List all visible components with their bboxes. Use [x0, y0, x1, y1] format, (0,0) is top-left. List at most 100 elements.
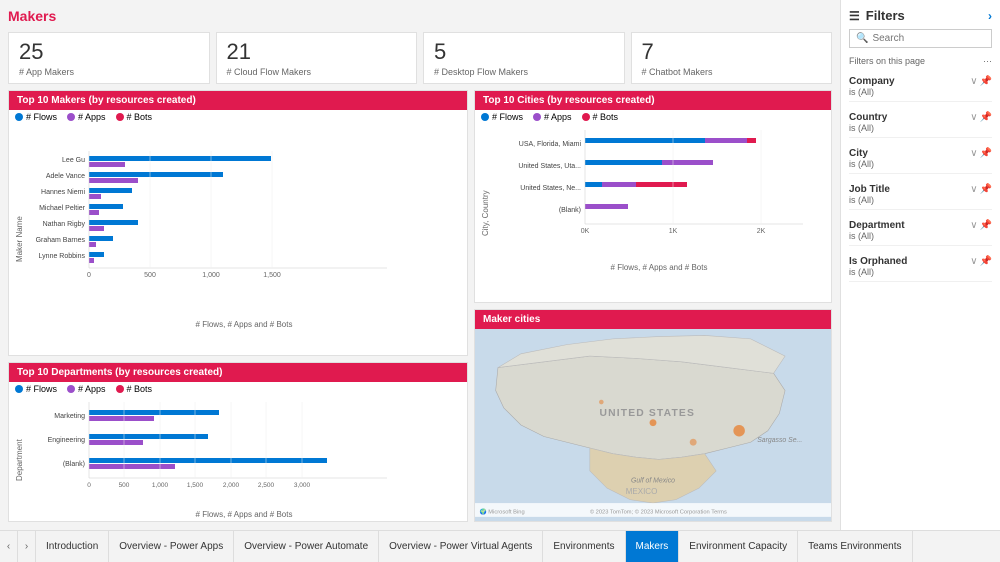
cities-x-label: # Flows, # Apps and # Bots: [493, 263, 825, 272]
company-pin-icon[interactable]: 📌: [980, 76, 992, 87]
svg-text:Marketing: Marketing: [54, 413, 85, 420]
bots-dot: [116, 113, 124, 121]
tab-overview-powerapps[interactable]: Overview - Power Apps: [109, 531, 234, 562]
tab-introduction[interactable]: Introduction: [36, 531, 109, 562]
cities-legend-apps-label: # Apps: [544, 112, 572, 122]
filter-orphaned[interactable]: Is Orphaned ∨ 📌 is (All): [849, 252, 992, 282]
svg-text:Adele Vance: Adele Vance: [46, 173, 85, 180]
jobtitle-pin-icon[interactable]: 📌: [980, 184, 992, 195]
tab-environment-capacity[interactable]: Environment Capacity: [679, 531, 798, 562]
svg-text:Sargasso Se...: Sargasso Se...: [757, 437, 802, 444]
svg-text:0: 0: [87, 482, 91, 489]
kpi-desktop-flow-makers: 5 # Desktop Flow Makers: [423, 32, 625, 84]
dept-y-axis-label: Department: [15, 402, 27, 519]
kpi-app-makers-label: # App Makers: [19, 67, 199, 77]
svg-text:Hannes Niemi: Hannes Niemi: [41, 189, 85, 196]
dept-apps-dot: [67, 385, 75, 393]
dept-chevron-icon[interactable]: ∨: [970, 220, 977, 231]
makers-x-label: # Flows, # Apps and # Bots: [27, 320, 461, 329]
left-charts: Top 10 Makers (by resources created) # F…: [8, 90, 468, 522]
dept-chart-body: Department Marketing Engineering (Blank): [9, 396, 467, 522]
dept-legend-flows-label: # Flows: [26, 384, 57, 394]
legend-flows: # Flows: [15, 112, 57, 122]
svg-text:500: 500: [119, 482, 130, 489]
dept-flows-dot: [15, 385, 23, 393]
tab-teams-environments[interactable]: Teams Environments: [798, 531, 912, 562]
svg-text:Engineering: Engineering: [48, 437, 85, 444]
kpi-app-makers: 25 # App Makers: [8, 32, 210, 84]
cities-chart-body: City, Country USA, Florida, Miami United…: [475, 124, 831, 302]
nav-prev-arrow[interactable]: ‹: [0, 531, 18, 562]
cities-flows-dot: [481, 113, 489, 121]
filters-on-page-label: Filters on this page ···: [849, 56, 992, 66]
cities-apps-dot: [533, 113, 541, 121]
filter-panel: ☰ Filters › 🔍 Filters on this page ··· C…: [840, 0, 1000, 530]
svg-text:2,000: 2,000: [223, 482, 240, 489]
tab-overview-pvagents[interactable]: Overview - Power Virtual Agents: [379, 531, 543, 562]
map-container: Gulf of Mexico UNITED STATES MEXICO Sa: [475, 329, 831, 521]
dashboard: Makers 25 # App Makers 21 # Cloud Flow M…: [0, 0, 840, 530]
search-input[interactable]: [872, 33, 985, 44]
svg-text:1,500: 1,500: [263, 272, 281, 279]
svg-text:500: 500: [144, 272, 156, 279]
jobtitle-chevron-icon[interactable]: ∨: [970, 184, 977, 195]
tab-makers[interactable]: Makers: [626, 531, 680, 562]
filter-jobtitle[interactable]: Job Title ∨ 📌 is (All): [849, 180, 992, 210]
filter-collapse-icon[interactable]: ›: [988, 9, 992, 23]
svg-text:(Blank): (Blank): [559, 207, 581, 214]
cities-legend-apps: # Apps: [533, 112, 572, 122]
dept-x-label: # Flows, # Apps and # Bots: [27, 510, 461, 519]
filter-icon: ☰: [849, 9, 860, 23]
country-pin-icon[interactable]: 📌: [980, 112, 992, 123]
dept-legend-apps-label: # Apps: [78, 384, 106, 394]
top10-makers-header: Top 10 Makers (by resources created): [9, 91, 467, 110]
makers-bar-chart: Lee Gu Adele Vance Hannes Niemi Michael …: [27, 150, 461, 280]
bottom-nav: ‹ › Introduction Overview - Power Apps O…: [0, 530, 1000, 562]
city-pin-icon[interactable]: 📌: [980, 148, 992, 159]
filter-search-box: 🔍: [849, 29, 992, 48]
nav-next-arrow[interactable]: ›: [18, 531, 36, 562]
svg-text:1K: 1K: [669, 228, 678, 235]
country-chevron-icon[interactable]: ∨: [970, 112, 977, 123]
dept-legend-apps: # Apps: [67, 384, 106, 394]
kpi-chatbot-makers: 7 # Chatbot Makers: [631, 32, 833, 84]
top10-cities-header: Top 10 Cities (by resources created): [475, 91, 831, 110]
svg-text:0: 0: [87, 272, 91, 279]
cities-y-axis-label: City, Country: [481, 130, 493, 296]
kpi-app-makers-number: 25: [19, 39, 199, 65]
cities-bots-dot: [582, 113, 590, 121]
page-title: Makers: [8, 8, 832, 24]
filter-title: ☰ Filters ›: [849, 8, 992, 23]
maker-cities-panel: Maker cities G: [474, 309, 832, 522]
makers-bars: Lee Gu Adele Vance Hannes Niemi Michael …: [27, 130, 461, 349]
kpi-cloud-number: 21: [227, 39, 407, 65]
map-svg: Gulf of Mexico UNITED STATES MEXICO Sa: [475, 329, 831, 521]
svg-text:1,000: 1,000: [152, 482, 169, 489]
svg-text:UNITED STATES: UNITED STATES: [600, 408, 695, 419]
legend-bots: # Bots: [116, 112, 153, 122]
legend-apps: # Apps: [67, 112, 106, 122]
svg-text:(Blank): (Blank): [63, 461, 85, 468]
dept-bots-dot: [116, 385, 124, 393]
filter-department[interactable]: Department ∨ 📌 is (All): [849, 216, 992, 246]
company-chevron-icon[interactable]: ∨: [970, 76, 977, 87]
makers-y-axis-label: Maker Name: [15, 130, 27, 349]
kpi-chatbot-number: 7: [642, 39, 822, 65]
cities-legend-flows: # Flows: [481, 112, 523, 122]
tab-environments[interactable]: Environments: [543, 531, 625, 562]
top10-cities-panel: Top 10 Cities (by resources created) # F…: [474, 90, 832, 303]
kpi-row: 25 # App Makers 21 # Cloud Flow Makers 5…: [8, 32, 832, 84]
orphaned-chevron-icon[interactable]: ∨: [970, 256, 977, 267]
kpi-cloud-flow-makers: 21 # Cloud Flow Makers: [216, 32, 418, 84]
dept-legend-bots-label: # Bots: [127, 384, 153, 394]
city-chevron-icon[interactable]: ∨: [970, 148, 977, 159]
orphaned-pin-icon[interactable]: 📌: [980, 256, 992, 267]
filter-city[interactable]: City ∨ 📌 is (All): [849, 144, 992, 174]
legend-flows-label: # Flows: [26, 112, 57, 122]
dept-pin-icon[interactable]: 📌: [980, 220, 992, 231]
cities-bars: USA, Florida, Miami United States, Uta..…: [493, 130, 825, 296]
filter-company[interactable]: Company ∨ 📌 is (All): [849, 72, 992, 102]
makers-legend: # Flows # Apps # Bots: [9, 110, 467, 124]
filter-country[interactable]: Country ∨ 📌 is (All): [849, 108, 992, 138]
tab-overview-powerautomate[interactable]: Overview - Power Automate: [234, 531, 379, 562]
